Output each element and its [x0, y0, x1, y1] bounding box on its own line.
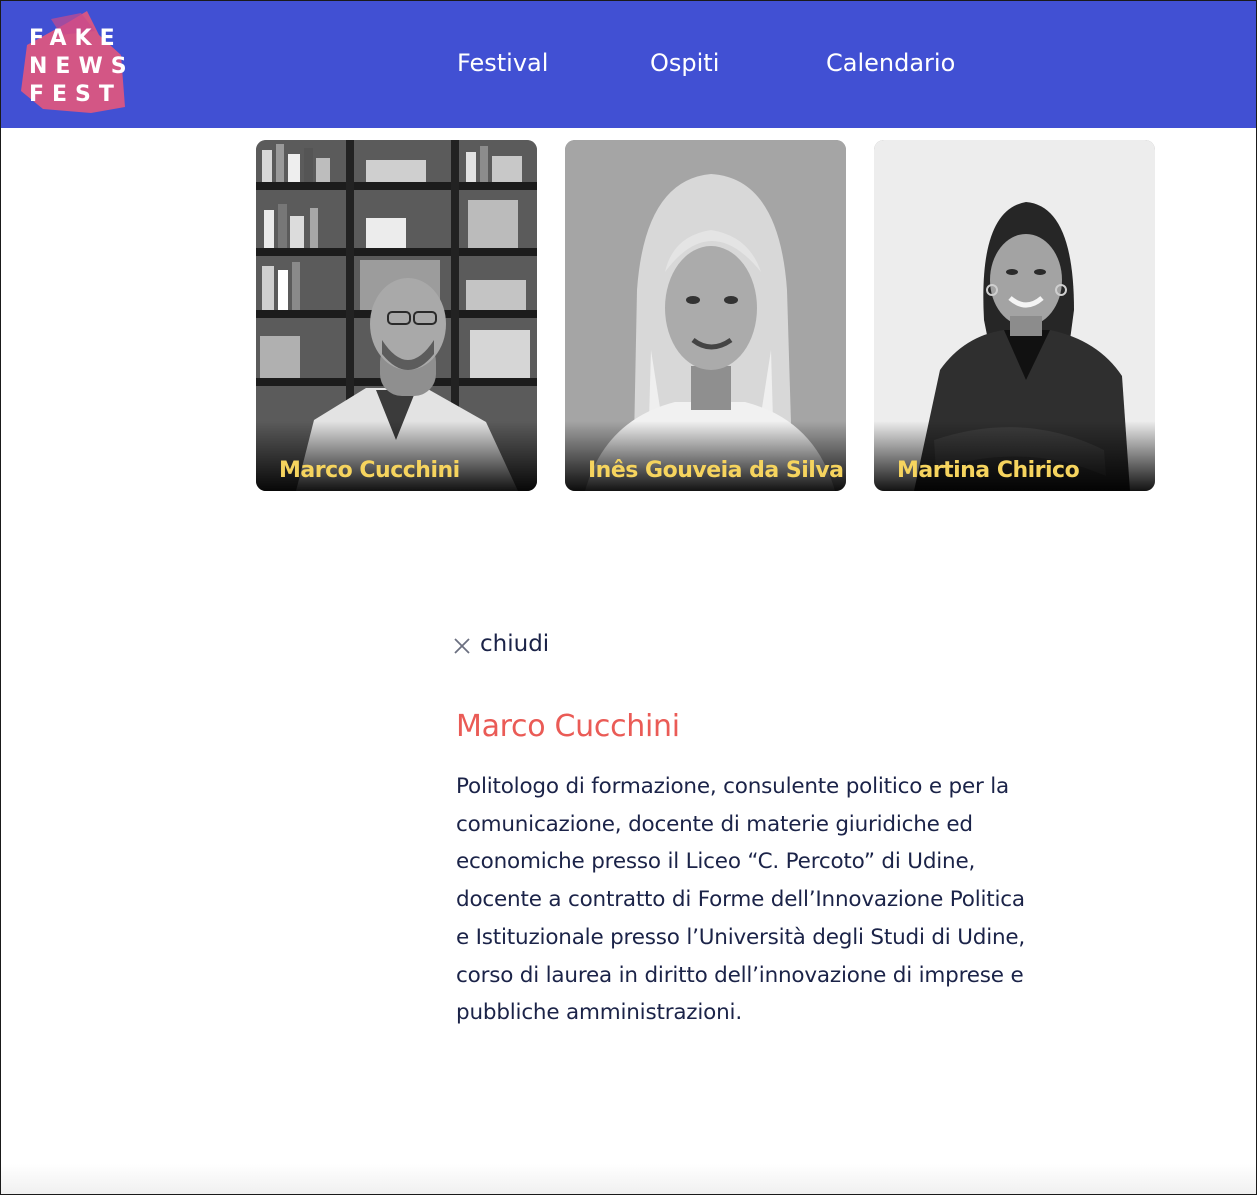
logo-line-3: FEST	[29, 82, 122, 107]
nav-item-festival[interactable]: Festival	[457, 49, 548, 77]
page: FAKE NEWS FEST Festival Ospiti Calendari…	[0, 0, 1257, 1195]
nav-item-calendario[interactable]: Calendario	[826, 49, 955, 77]
logo-line-2: NEWS	[29, 54, 135, 79]
guest-card-martina-chirico[interactable]: Martina Chirico	[874, 140, 1155, 491]
close-icon	[454, 638, 470, 654]
guest-detail-name: Marco Cucchini	[456, 709, 680, 744]
site-header: FAKE NEWS FEST Festival Ospiti Calendari…	[1, 1, 1256, 128]
close-label: chiudi	[480, 631, 550, 657]
logo-wordmark: FAKE NEWS FEST	[29, 25, 129, 109]
guest-card-marco-cucchini[interactable]: Marco Cucchini	[256, 140, 537, 491]
page-bottom-shadow	[1, 1164, 1256, 1194]
fake-news-fest-logo[interactable]: FAKE NEWS FEST	[21, 11, 131, 115]
guest-detail-bio: Politologo di formazione, consulente pol…	[456, 774, 1026, 1026]
nav-item-ospiti[interactable]: Ospiti	[650, 49, 719, 77]
guest-name: Martina Chirico	[897, 458, 1080, 483]
guest-card-ines-gouveia-da-silva[interactable]: Inês Gouveia da Silva	[565, 140, 846, 491]
guest-name: Marco Cucchini	[279, 458, 460, 483]
guest-name: Inês Gouveia da Silva	[588, 458, 844, 483]
logo-line-1: FAKE	[29, 26, 123, 51]
